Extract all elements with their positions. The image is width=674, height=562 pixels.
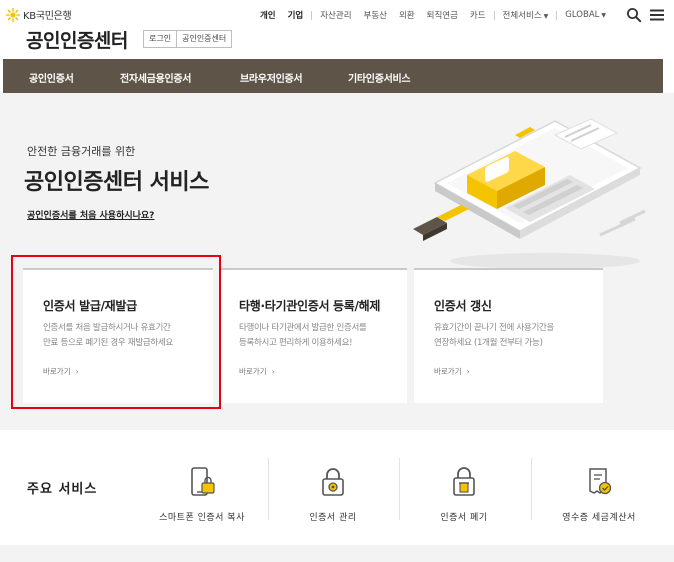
card-title: 타행·타기관인증서 등록/해제 bbox=[239, 299, 381, 313]
hero-title: 공인인증센터 서비스 bbox=[24, 170, 209, 195]
service-manage[interactable]: 인증서 관리 bbox=[268, 466, 398, 523]
nav-divider bbox=[556, 10, 558, 20]
service-smartphone-copy[interactable]: 스마트폰 인증서 복사 bbox=[137, 466, 267, 523]
card-title: 인증서 갱신 bbox=[434, 299, 492, 313]
chevron-right-icon: › bbox=[271, 367, 275, 376]
page-title[interactable]: 공인인증센터 bbox=[26, 26, 128, 53]
card-register[interactable]: 타행·타기관인증서 등록/해제 타행이나 타기관에서 발급한 인증서를 등록하시… bbox=[219, 268, 407, 403]
service-label: 영수증 세금계산서 bbox=[562, 513, 636, 523]
service-label: 인증서 폐기 bbox=[440, 513, 488, 523]
site-header: KB국민은행 공인인증센터 로그인 공인인증센터 개인 기업 자산관리 부동산 … bbox=[0, 0, 674, 58]
gnb-item-cert[interactable]: 공인인증서 bbox=[29, 70, 74, 85]
gnb-item-tax-cert[interactable]: 전자세금용인증서 bbox=[120, 70, 192, 85]
first-time-link[interactable]: 공인인증서를 처음 사용하시나요? bbox=[27, 208, 154, 221]
nav-pension[interactable]: 퇴직연금 bbox=[421, 9, 464, 21]
top-nav: 개인 기업 자산관리 부동산 외환 퇴직연금 카드 전체서비스 ▼ GLOBAL ▼ bbox=[254, 9, 612, 21]
main-services: 주요 서비스 스마트폰 인증서 복사 인증서 관리 인증서 폐기 영수증 세금계… bbox=[0, 430, 674, 545]
cert-center-button[interactable]: 공인인증센터 bbox=[177, 30, 233, 48]
card-description: 타행이나 타기관에서 발급한 인증서를 등록하시고 편리하게 이용하세요! bbox=[239, 321, 409, 351]
gnb-item-browser-cert[interactable]: 브라우저인증서 bbox=[240, 70, 303, 85]
service-label: 인증서 관리 bbox=[309, 513, 357, 523]
card-description: 유효기간이 끝나기 전에 사용기간을 연장하세요 (1개월 전부터 가능) bbox=[434, 321, 604, 351]
shortcut-label: 바로가기 bbox=[239, 367, 267, 376]
nav-all-services[interactable]: 전체서비스 ▼ bbox=[497, 9, 555, 21]
lock-gear-icon bbox=[322, 468, 344, 496]
footer-strip bbox=[0, 545, 674, 562]
shortcut-link[interactable]: 바로가기 › bbox=[239, 366, 275, 377]
card-desc-line: 타행이나 타기관에서 발급한 인증서를 bbox=[239, 323, 367, 333]
nav-personal[interactable]: 개인 bbox=[254, 9, 282, 21]
shortcut-label: 바로가기 bbox=[434, 367, 462, 376]
card-renew[interactable]: 인증서 갱신 유효기간이 끝나기 전에 사용기간을 연장하세요 (1개월 전부터… bbox=[414, 268, 603, 403]
search-icon[interactable] bbox=[626, 7, 642, 23]
nav-asset[interactable]: 자산관리 bbox=[314, 9, 357, 21]
service-revoke[interactable]: 인증서 폐기 bbox=[399, 466, 529, 523]
card-desc-line: 유효기간이 끝나기 전에 사용기간을 bbox=[434, 323, 555, 333]
highlight-box bbox=[11, 255, 221, 409]
service-label: 스마트폰 인증서 복사 bbox=[159, 513, 245, 523]
shortcut-link[interactable]: 바로가기 › bbox=[434, 366, 470, 377]
card-desc-line: 등록하시고 편리하게 이용하세요! bbox=[239, 338, 353, 348]
kb-star-icon bbox=[6, 7, 20, 22]
card-desc-line: 연장하세요 (1개월 전부터 가능) bbox=[434, 338, 543, 348]
nav-business[interactable]: 기업 bbox=[282, 9, 310, 21]
chevron-right-icon: › bbox=[466, 367, 470, 376]
receipt-check-icon bbox=[589, 468, 612, 495]
nav-realestate[interactable]: 부동산 bbox=[358, 9, 393, 21]
nav-divider bbox=[311, 10, 313, 20]
phone-lock-illustration bbox=[413, 118, 646, 269]
caret-down-icon: ▼ bbox=[601, 12, 606, 19]
kb-logo[interactable]: KB국민은행 bbox=[6, 7, 72, 22]
nav-forex[interactable]: 외환 bbox=[393, 9, 421, 21]
smartphone-lock-icon bbox=[191, 467, 215, 496]
gnb-item-other[interactable]: 기타인증서비스 bbox=[348, 70, 411, 85]
services-heading: 주요 서비스 bbox=[27, 482, 98, 497]
nav-global[interactable]: GLOBAL ▼ bbox=[559, 10, 612, 20]
login-button[interactable]: 로그인 bbox=[143, 30, 178, 48]
logo-text: KB국민은행 bbox=[23, 11, 72, 22]
main-nav-bar: 공인인증서 전자세금용인증서 브라우저인증서 기타인증서비스 bbox=[3, 59, 663, 93]
divider bbox=[531, 458, 532, 520]
lock-trash-icon bbox=[453, 467, 475, 496]
caret-down-icon: ▼ bbox=[543, 13, 549, 20]
util-buttons: 로그인 공인인증센터 bbox=[143, 30, 233, 48]
all-services-label: 전체서비스 bbox=[502, 11, 542, 21]
service-receipt[interactable]: 영수증 세금계산서 bbox=[534, 466, 664, 523]
global-label: GLOBAL bbox=[565, 10, 600, 20]
nav-divider bbox=[493, 10, 495, 20]
hero-subtitle: 안전한 금융거래를 위한 bbox=[27, 145, 136, 158]
hamburger-menu-icon[interactable] bbox=[649, 7, 665, 23]
nav-card[interactable]: 카드 bbox=[464, 9, 492, 21]
